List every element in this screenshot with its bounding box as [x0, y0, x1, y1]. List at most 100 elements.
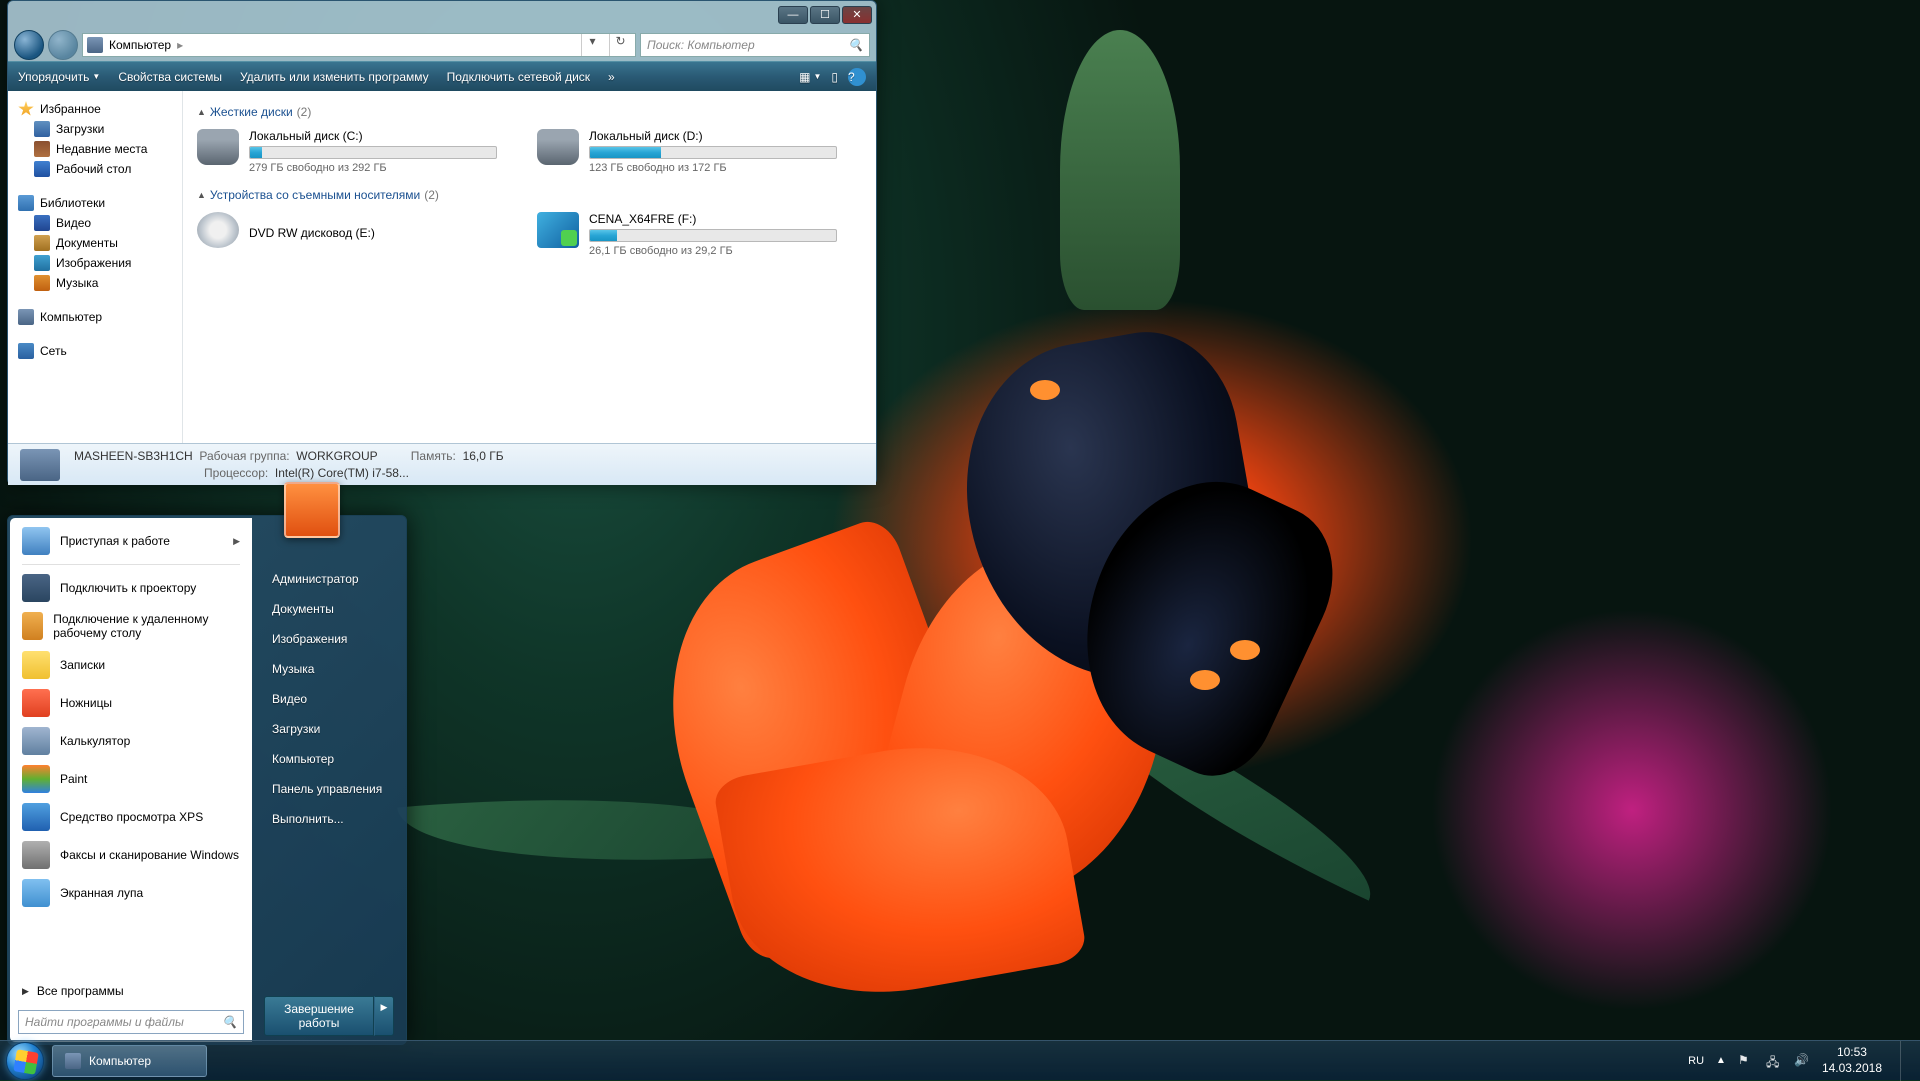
map-network-drive-button[interactable]: Подключить сетевой диск — [447, 70, 590, 84]
network-icon[interactable]: 🖧 — [1766, 1053, 1782, 1069]
navigation-pane: Избранное Загрузки Недавние места Рабочи… — [8, 91, 183, 443]
language-indicator[interactable]: RU — [1688, 1055, 1704, 1067]
start-right-downloads[interactable]: Загрузки — [264, 716, 394, 742]
address-dropdown-button[interactable]: ▾ — [581, 34, 603, 56]
search-icon: 🔍 — [222, 1015, 237, 1029]
start-search-input[interactable]: Найти программы и файлы🔍 — [18, 1010, 244, 1034]
clock[interactable]: 10:53 14.03.2018 — [1822, 1045, 1882, 1076]
fax-icon — [22, 841, 50, 869]
sidebar-item-recent[interactable]: Недавние места — [12, 139, 178, 159]
system-properties-button[interactable]: Свойства системы — [118, 70, 222, 84]
projector-icon — [22, 574, 50, 602]
hdd-icon — [197, 129, 239, 165]
start-item-getting-started[interactable]: Приступая к работе▶ — [14, 522, 248, 560]
collapse-icon: ▲ — [197, 107, 206, 117]
nav-forward-button[interactable] — [48, 30, 78, 60]
start-right-run[interactable]: Выполнить... — [264, 806, 394, 832]
sidebar-libraries[interactable]: Библиотеки — [12, 193, 178, 213]
all-programs-button[interactable]: ▶Все программы — [10, 976, 252, 1006]
computer-icon — [18, 309, 34, 325]
start-item-projector[interactable]: Подключить к проектору — [14, 569, 248, 607]
uninstall-program-button[interactable]: Удалить или изменить программу — [240, 70, 429, 84]
sidebar-item-music[interactable]: Музыка — [12, 273, 178, 293]
recent-icon — [34, 141, 50, 157]
sidebar-item-images[interactable]: Изображения — [12, 253, 178, 273]
sidebar-computer[interactable]: Компьютер — [12, 307, 178, 327]
sidebar-favorites[interactable]: Избранное — [12, 99, 178, 119]
chevron-right-icon: ▶ — [233, 536, 240, 547]
shutdown-options-button[interactable]: ▶ — [374, 996, 394, 1036]
action-center-icon[interactable]: ⚑ — [1738, 1053, 1754, 1069]
start-menu: Приступая к работе▶ Подключить к проекто… — [7, 515, 407, 1045]
downloads-icon — [34, 121, 50, 137]
preview-pane-button[interactable]: ▯ — [831, 70, 838, 84]
titlebar[interactable]: — ☐ ✕ — [8, 1, 876, 29]
start-item-magnifier[interactable]: Экранная лупа — [14, 874, 248, 912]
volume-icon[interactable]: 🔊 — [1794, 1053, 1810, 1069]
memory-value: 16,0 ГБ — [463, 449, 504, 463]
user-avatar[interactable] — [284, 482, 340, 538]
minimize-button[interactable]: — — [778, 6, 808, 24]
search-placeholder: Поиск: Компьютер — [647, 38, 755, 52]
start-item-snipping-tool[interactable]: Ножницы — [14, 684, 248, 722]
drive-c[interactable]: Локальный диск (C:) 279 ГБ свободно из 2… — [197, 129, 497, 174]
sidebar-item-desktop[interactable]: Рабочий стол — [12, 159, 178, 179]
start-item-fax-scan[interactable]: Факсы и сканирование Windows — [14, 836, 248, 874]
start-item-sticky-notes[interactable]: Записки — [14, 646, 248, 684]
hdd-icon — [537, 129, 579, 165]
cpu-value: Intel(R) Core(TM) i7-58... — [275, 466, 409, 480]
shutdown-button[interactable]: Завершение работы — [264, 996, 374, 1036]
drive-e[interactable]: DVD RW дисковод (E:) — [197, 212, 497, 257]
calculator-icon — [22, 727, 50, 755]
video-icon — [34, 215, 50, 231]
nav-back-button[interactable] — [14, 30, 44, 60]
sidebar-network[interactable]: Сеть — [12, 341, 178, 361]
start-item-xps-viewer[interactable]: Средство просмотра XPS — [14, 798, 248, 836]
sidebar-item-documents[interactable]: Документы — [12, 233, 178, 253]
start-right-images[interactable]: Изображения — [264, 626, 394, 652]
taskbar-task-computer[interactable]: Компьютер — [52, 1045, 207, 1077]
computer-icon — [87, 37, 103, 53]
network-icon — [18, 343, 34, 359]
getting-started-icon — [22, 527, 50, 555]
collapse-icon: ▲ — [197, 190, 206, 200]
command-bar: Упорядочить ▼ Свойства системы Удалить и… — [8, 61, 876, 91]
computer-icon — [65, 1053, 81, 1069]
start-item-rdp[interactable]: Подключение к удаленному рабочему столу — [14, 607, 248, 646]
address-bar[interactable]: Компьютер ▸ ▾ ↻ — [82, 33, 636, 57]
details-pane: MASHEEN-SB3H1CH Рабочая группа: WORKGROU… — [8, 443, 876, 485]
search-icon: 🔍 — [848, 38, 863, 52]
group-removable[interactable]: ▲Устройства со съемными носителями (2) — [197, 188, 862, 202]
libraries-icon — [18, 195, 34, 211]
view-button[interactable]: ▦ ▼ — [799, 70, 821, 84]
content-pane: ▲Жесткие диски (2) Локальный диск (C:) 2… — [183, 91, 876, 443]
computer-name: MASHEEN-SB3H1CH — [74, 449, 193, 463]
refresh-button[interactable]: ↻ — [609, 34, 631, 56]
maximize-button[interactable]: ☐ — [810, 6, 840, 24]
music-icon — [34, 275, 50, 291]
start-right-music[interactable]: Музыка — [264, 656, 394, 682]
show-desktop-button[interactable] — [1900, 1041, 1910, 1081]
help-button[interactable]: ? — [848, 68, 866, 86]
star-icon — [18, 101, 34, 117]
sidebar-item-video[interactable]: Видео — [12, 213, 178, 233]
start-item-paint[interactable]: Paint — [14, 760, 248, 798]
group-hard-drives[interactable]: ▲Жесткие диски (2) — [197, 105, 862, 119]
start-button[interactable] — [6, 1042, 44, 1080]
snipping-tool-icon — [22, 689, 50, 717]
organize-button[interactable]: Упорядочить ▼ — [18, 70, 100, 84]
start-item-calculator[interactable]: Калькулятор — [14, 722, 248, 760]
tray-chevron-up-icon[interactable]: ▲ — [1716, 1055, 1726, 1066]
search-input[interactable]: Поиск: Компьютер 🔍 — [640, 33, 870, 57]
start-right-control-panel[interactable]: Панель управления — [264, 776, 394, 802]
close-button[interactable]: ✕ — [842, 6, 872, 24]
start-right-video[interactable]: Видео — [264, 686, 394, 712]
sidebar-item-downloads[interactable]: Загрузки — [12, 119, 178, 139]
drive-d[interactable]: Локальный диск (D:) 123 ГБ свободно из 1… — [537, 129, 837, 174]
more-commands-button[interactable]: » — [608, 70, 615, 84]
breadcrumb-separator: ▸ — [177, 38, 183, 52]
drive-f[interactable]: CENA_X64FRE (F:) 26,1 ГБ свободно из 29,… — [537, 212, 837, 257]
start-right-administrator[interactable]: Администратор — [264, 566, 394, 592]
start-right-computer[interactable]: Компьютер — [264, 746, 394, 772]
start-right-documents[interactable]: Документы — [264, 596, 394, 622]
